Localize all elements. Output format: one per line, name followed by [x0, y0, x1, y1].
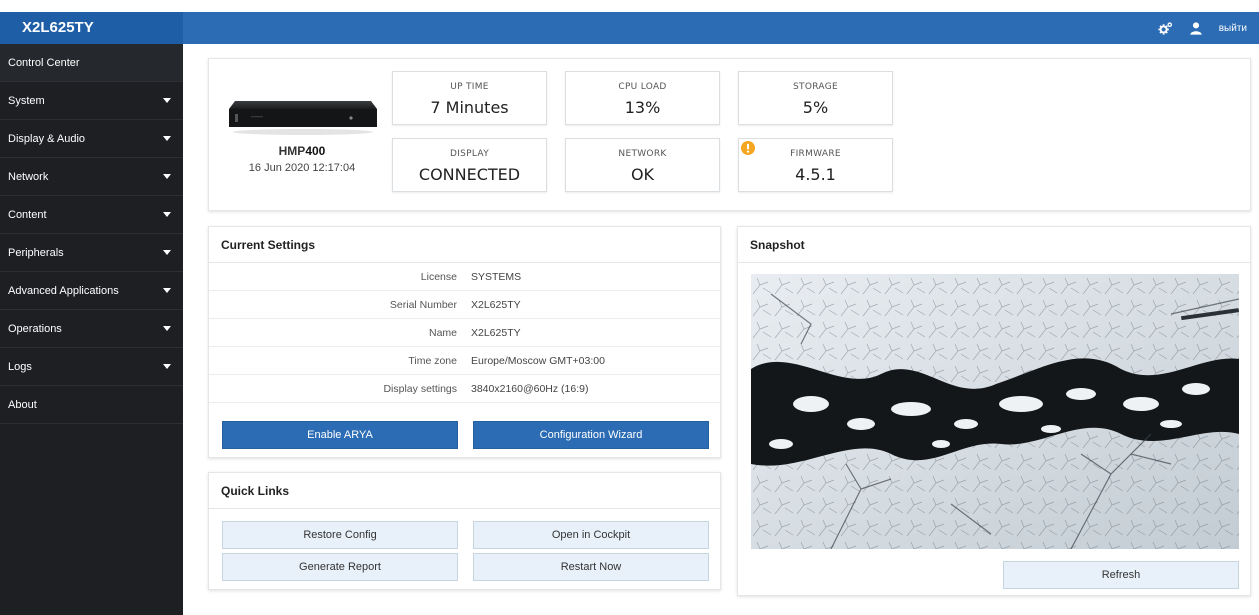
snapshot-image — [751, 274, 1239, 549]
restore-config-button[interactable]: Restore Config — [222, 521, 458, 549]
restart-now-button[interactable]: Restart Now — [473, 553, 709, 581]
settings-row: Name X2L625TY — [209, 319, 720, 347]
sidebar-item-system[interactable]: System — [0, 82, 183, 120]
caret-down-icon — [163, 136, 171, 141]
sidebar-item-logs[interactable]: Logs — [0, 348, 183, 386]
header-actions: выйти — [1158, 12, 1259, 44]
settings-row: License SYSTEMS — [209, 263, 720, 291]
settings-value: 3840x2160@60Hz (16:9) — [471, 383, 589, 395]
sidebar-item-network[interactable]: Network — [0, 158, 183, 196]
settings-row: Display settings 3840x2160@60Hz (16:9) — [209, 375, 720, 403]
stat-label: CPU LOAD — [618, 82, 667, 92]
stat-firmware[interactable]: FIRMWARE 4.5.1 — [738, 138, 893, 192]
settings-value: Europe/Moscow GMT+03:00 — [471, 355, 605, 367]
user-icon[interactable] — [1189, 21, 1203, 35]
settings-row: Serial Number X2L625TY — [209, 291, 720, 319]
device-datetime: 16 Jun 2020 12:17:04 — [248, 162, 356, 174]
open-in-cockpit-button[interactable]: Open in Cockpit — [473, 521, 709, 549]
sidebar-item-label: Display & Audio — [8, 133, 86, 145]
sidebar-item-operations[interactable]: Operations — [0, 310, 183, 348]
quick-links-panel: Quick Links Restore Config Open in Cockp… — [208, 472, 721, 590]
sidebar-item-about[interactable]: About — [0, 386, 183, 424]
sidebar-item-control-center[interactable]: Control Center — [0, 44, 183, 82]
panel-title: Current Settings — [209, 227, 720, 263]
settings-key: Display settings — [383, 383, 457, 395]
logout-link[interactable]: выйти — [1219, 23, 1247, 34]
sidebar-item-label: Operations — [8, 323, 62, 335]
sidebar-item-label: Control Center — [8, 57, 80, 69]
stat-value: 13% — [624, 98, 661, 117]
sidebar-item-advanced-applications[interactable]: Advanced Applications — [0, 272, 183, 310]
settings-row: Time zone Europe/Moscow GMT+03:00 — [209, 347, 720, 375]
stat-value: 5% — [802, 98, 829, 117]
caret-down-icon — [163, 212, 171, 217]
top-bar: X2L625TY выйти — [0, 0, 1259, 44]
panel-title: Snapshot — [738, 227, 1250, 263]
sidebar-item-label: Peripherals — [8, 247, 64, 259]
stat-value: 7 Minutes — [430, 98, 509, 117]
caret-down-icon — [163, 364, 171, 369]
sidebar-item-label: Network — [8, 171, 49, 183]
device-model: HMP400 — [278, 144, 326, 158]
settings-key: Serial Number — [389, 299, 457, 311]
stat-cpu-load: CPU LOAD 13% — [565, 71, 720, 125]
stat-label: NETWORK — [618, 149, 667, 159]
sidebar-item-label: About — [8, 399, 37, 411]
sidebar-item-peripherals[interactable]: Peripherals — [0, 234, 183, 272]
stat-value: OK — [630, 165, 655, 184]
caret-down-icon — [163, 98, 171, 103]
enable-arya-button[interactable]: Enable ARYA — [222, 421, 458, 449]
settings-value: X2L625TY — [471, 327, 521, 339]
current-settings-panel: Current Settings License SYSTEMS Serial N… — [208, 226, 721, 458]
device-image — [229, 101, 377, 135]
stat-label: FIRMWARE — [790, 149, 841, 159]
caret-down-icon — [163, 326, 171, 331]
settings-key: License — [420, 271, 457, 283]
stat-storage: STORAGE 5% — [738, 71, 893, 125]
stat-network: NETWORK OK — [565, 138, 720, 192]
sidebar-item-label: Content — [8, 209, 47, 221]
sidebar-item-label: Advanced Applications — [8, 285, 119, 297]
header-strip — [0, 12, 1259, 44]
stat-label: DISPLAY — [449, 149, 489, 159]
stat-uptime: UP TIME 7 Minutes — [392, 71, 547, 125]
stat-label: UP TIME — [450, 82, 489, 92]
caret-down-icon — [163, 288, 171, 293]
warning-icon[interactable] — [741, 141, 755, 155]
sidebar-item-content[interactable]: Content — [0, 196, 183, 234]
stat-value: CONNECTED — [418, 165, 521, 184]
configuration-wizard-button[interactable]: Configuration Wizard — [473, 421, 709, 449]
app-title[interactable]: X2L625TY — [0, 12, 183, 44]
sidebar: Control Center System Display & Audio Ne… — [0, 44, 183, 615]
settings-value: X2L625TY — [471, 299, 521, 311]
settings-value: SYSTEMS — [471, 271, 522, 283]
snapshot-panel: Snapshot Refresh — [737, 226, 1251, 596]
gears-icon[interactable] — [1158, 21, 1173, 36]
panel-title: Quick Links — [209, 473, 720, 509]
sidebar-item-label: System — [8, 95, 45, 107]
status-panel: HMP400 16 Jun 2020 12:17:04 UP TIME 7 Mi… — [208, 58, 1251, 211]
generate-report-button[interactable]: Generate Report — [222, 553, 458, 581]
stat-value: 4.5.1 — [795, 165, 836, 184]
sidebar-item-label: Logs — [8, 361, 32, 373]
sidebar-item-display-audio[interactable]: Display & Audio — [0, 120, 183, 158]
refresh-button[interactable]: Refresh — [1003, 561, 1239, 589]
settings-key: Time zone — [408, 355, 457, 367]
settings-key: Name — [428, 327, 457, 339]
stat-display: DISPLAY CONNECTED — [392, 138, 547, 192]
caret-down-icon — [163, 250, 171, 255]
stat-label: STORAGE — [793, 82, 838, 92]
caret-down-icon — [163, 174, 171, 179]
